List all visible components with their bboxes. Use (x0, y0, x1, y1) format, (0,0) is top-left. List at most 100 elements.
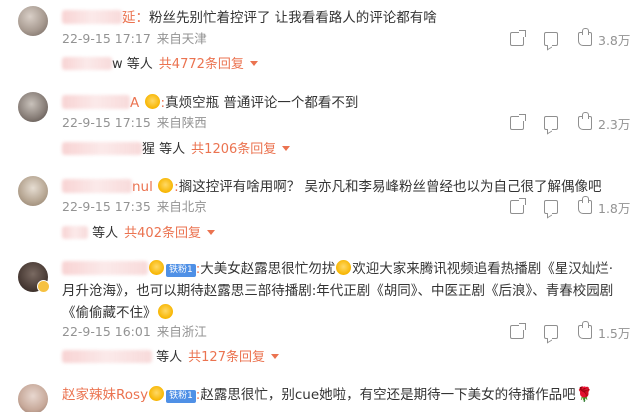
reply-button[interactable] (544, 324, 558, 340)
comment-item: 铁粉1:大美女赵露思很忙勿扰 欢迎大家来腾讯视频追看热播剧《星汉灿烂·月升沧海》，… (0, 256, 640, 372)
rose-icon: 🌹 (575, 387, 594, 403)
comment-meta: 22-9-15 17:15 来自陕西 (62, 115, 207, 131)
replies-count-link[interactable]: 共1206条回复 (191, 142, 276, 157)
like-icon (578, 196, 592, 214)
like-count: 2.3万 (598, 116, 631, 132)
comment-actions: 2.3万 (420, 112, 640, 132)
comment-line: nul :搁这控评有啥用啊？ 吴亦凡和李易峰粉丝曾经也以为自己很了解偶像吧 (62, 177, 602, 197)
comment-actions: 1.5万 (420, 321, 640, 341)
replies-count-link[interactable]: 共127条回复 (188, 350, 265, 365)
share-icon (510, 323, 526, 339)
chevron-down-icon[interactable] (282, 146, 291, 151)
comment-actions: 1.8万 (420, 196, 640, 216)
like-icon (578, 321, 592, 339)
replies-word: 等人 (92, 226, 119, 241)
comment-text-c: 海》，也可以期待赵露思三部待播剧:年代正剧《胡同》、中医正剧《后浪》、青春校园剧… (62, 283, 614, 321)
comment-line: A :真烦空瓶 普通评论一个都看不到 (62, 93, 358, 113)
comment-meta: 22-9-15 17:17 来自天津 (62, 31, 207, 47)
emoji-icon (144, 94, 160, 109)
comment-line: 赵家辣妹Rosy 铁粉1:赵露思很忙，别cue她啦，有空还是期待一下美女的待播作品… (62, 386, 594, 403)
replies-count-link[interactable]: 共4772条回复 (159, 57, 244, 72)
comment-text: 真烦空瓶 普通评论一个都看不到 (165, 95, 359, 111)
like-button[interactable]: 2.3万 (578, 112, 631, 132)
comment-date: 22-9-15 17:17 (62, 31, 151, 46)
avatar[interactable] (18, 6, 48, 36)
like-count: 1.5万 (598, 325, 631, 341)
emoji-icon (158, 178, 174, 193)
comment-text: 搁这控评有啥用啊？ 吴亦凡和李易峰粉丝曾经也以为自己很了解偶像吧 (178, 179, 602, 195)
comment-icon (544, 325, 558, 339)
comment-text-a: 大美女赵露思很忙勿扰 (200, 261, 336, 277)
comment-date: 22-9-15 17:15 (62, 115, 151, 130)
chevron-down-icon[interactable] (270, 354, 279, 359)
like-button[interactable]: 1.8万 (578, 196, 631, 216)
comment-meta: 22-9-15 17:35 来自北京 (62, 199, 207, 215)
chevron-down-icon[interactable] (249, 61, 258, 66)
emoji-icon (149, 260, 164, 275)
share-icon (510, 114, 526, 130)
replies-summary[interactable]: w 等人 共4772条回复 (62, 54, 622, 76)
vip-badge-icon (37, 280, 50, 293)
like-icon (578, 112, 592, 130)
comment-location: 来自陕西 (156, 115, 207, 130)
username-redacted[interactable] (62, 261, 148, 275)
share-icon (510, 30, 526, 46)
replier-redacted (62, 142, 142, 155)
username-redacted[interactable] (62, 95, 130, 109)
like-button[interactable]: 1.5万 (578, 321, 631, 341)
comment-date: 22-9-15 17:35 (62, 199, 151, 214)
replies-word: 等人 (126, 57, 153, 72)
username-tail[interactable]: A (130, 95, 139, 111)
like-count: 1.8万 (598, 200, 631, 216)
like-count: 3.8万 (598, 32, 631, 48)
share-button[interactable] (510, 198, 526, 215)
comment-item: nul :搁这控评有啥用啊？ 吴亦凡和李易峰粉丝曾经也以为自己很了解偶像吧 22… (0, 170, 640, 250)
comment-item: 延：粉丝先别忙着控评了 让我看看路人的评论都有啥 22-9-15 17:17 来自… (0, 0, 640, 80)
share-icon (510, 198, 526, 214)
replier-tail: w (112, 57, 123, 72)
share-button[interactable] (510, 323, 526, 340)
avatar[interactable] (18, 92, 48, 122)
comment-date: 22-9-15 16:01 (62, 324, 151, 339)
comment-text-block: 铁粉1:大美女赵露思很忙勿扰 欢迎大家来腾讯视频追看热播剧《星汉灿烂·月升沧海》，… (62, 260, 614, 321)
reply-button[interactable] (544, 31, 558, 47)
replies-summary[interactable]: 等人 共127条回复 (62, 347, 622, 369)
share-button[interactable] (510, 114, 526, 131)
reply-button[interactable] (544, 199, 558, 215)
comment-item: 赵家辣妹Rosy 铁粉1:赵露思很忙，别cue她啦，有空还是期待一下美女的待播作品… (0, 382, 640, 412)
comment-text: 赵露思很忙，别cue她啦，有空还是期待一下美女的待播作品吧 (200, 387, 576, 403)
like-button[interactable]: 3.8万 (578, 28, 631, 48)
comment-location: 来自北京 (156, 199, 207, 214)
comment-line: 延：粉丝先别忙着控评了 让我看看路人的评论都有啥 (62, 8, 437, 28)
replies-word: 等人 (159, 142, 186, 157)
chevron-down-icon[interactable] (206, 230, 215, 235)
replies-count-link[interactable]: 共402条回复 (124, 226, 201, 241)
username-redacted[interactable] (62, 179, 132, 193)
emoji-icon (149, 386, 165, 401)
reply-button[interactable] (544, 115, 558, 131)
avatar[interactable] (18, 384, 48, 412)
username-tail[interactable]: nul (132, 179, 153, 195)
username[interactable]: 赵家辣妹Rosy (62, 387, 148, 403)
replies-word: 等人 (156, 350, 183, 365)
avatar[interactable] (18, 176, 48, 206)
replies-summary[interactable]: 等人 共402条回复 (62, 223, 622, 245)
replies-summary[interactable]: 猩 等人 共1206条回复 (62, 139, 622, 161)
comment-icon (544, 32, 558, 46)
comment-actions: 3.8万 (420, 28, 640, 48)
username-redacted[interactable] (62, 10, 122, 24)
emoji-icon (157, 304, 173, 319)
username-tail[interactable]: 延 (122, 10, 136, 26)
like-icon (578, 28, 592, 46)
share-button[interactable] (510, 30, 526, 47)
comment-text: 粉丝先别忙着控评了 让我看看路人的评论都有啥 (149, 10, 437, 26)
comment-location: 来自天津 (156, 31, 207, 46)
replier-redacted (62, 57, 112, 70)
comment-location: 来自浙江 (156, 324, 207, 339)
comment-item: A :真烦空瓶 普通评论一个都看不到 22-9-15 17:15 来自陕西 2.3… (0, 86, 640, 166)
comment-meta: 22-9-15 16:01 来自浙江 (62, 324, 207, 340)
fan-level-badge: 铁粉1 (166, 264, 196, 277)
replier-redacted (62, 226, 88, 239)
comment-icon (544, 200, 558, 214)
replier-redacted (62, 350, 152, 363)
